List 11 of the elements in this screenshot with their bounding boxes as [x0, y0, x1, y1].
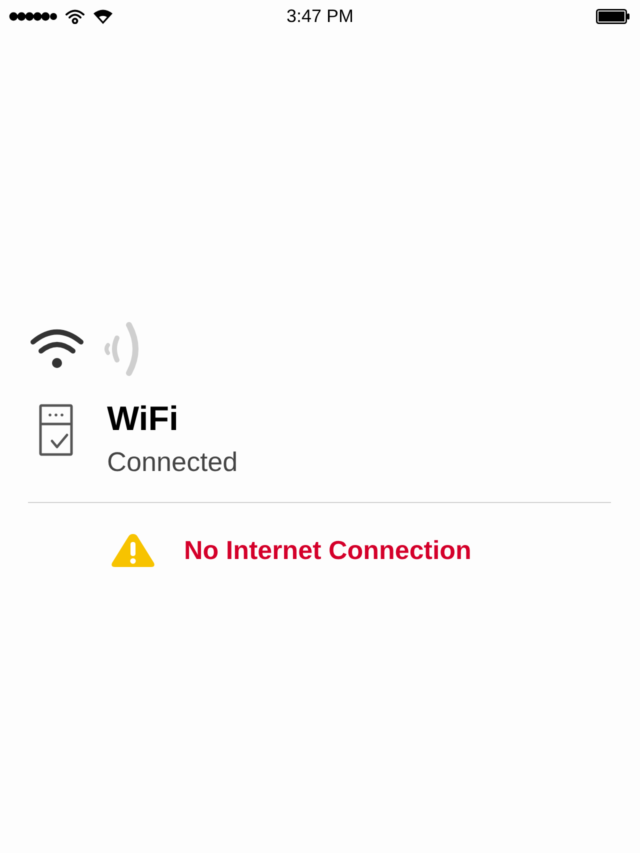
connection-status: Connected [107, 446, 238, 478]
network-name: WiFi [107, 400, 178, 438]
wifi-icon [65, 8, 85, 24]
wifi-icon [30, 328, 84, 370]
warning-icon [110, 531, 156, 569]
battery-icon [596, 8, 630, 24]
device-check-icon [39, 404, 73, 456]
alert-message: No Internet Connection [184, 534, 472, 566]
status-time: 3:47 PM [286, 6, 354, 26]
wifi-icon [93, 8, 113, 24]
signal-strength-icon [9, 12, 57, 20]
